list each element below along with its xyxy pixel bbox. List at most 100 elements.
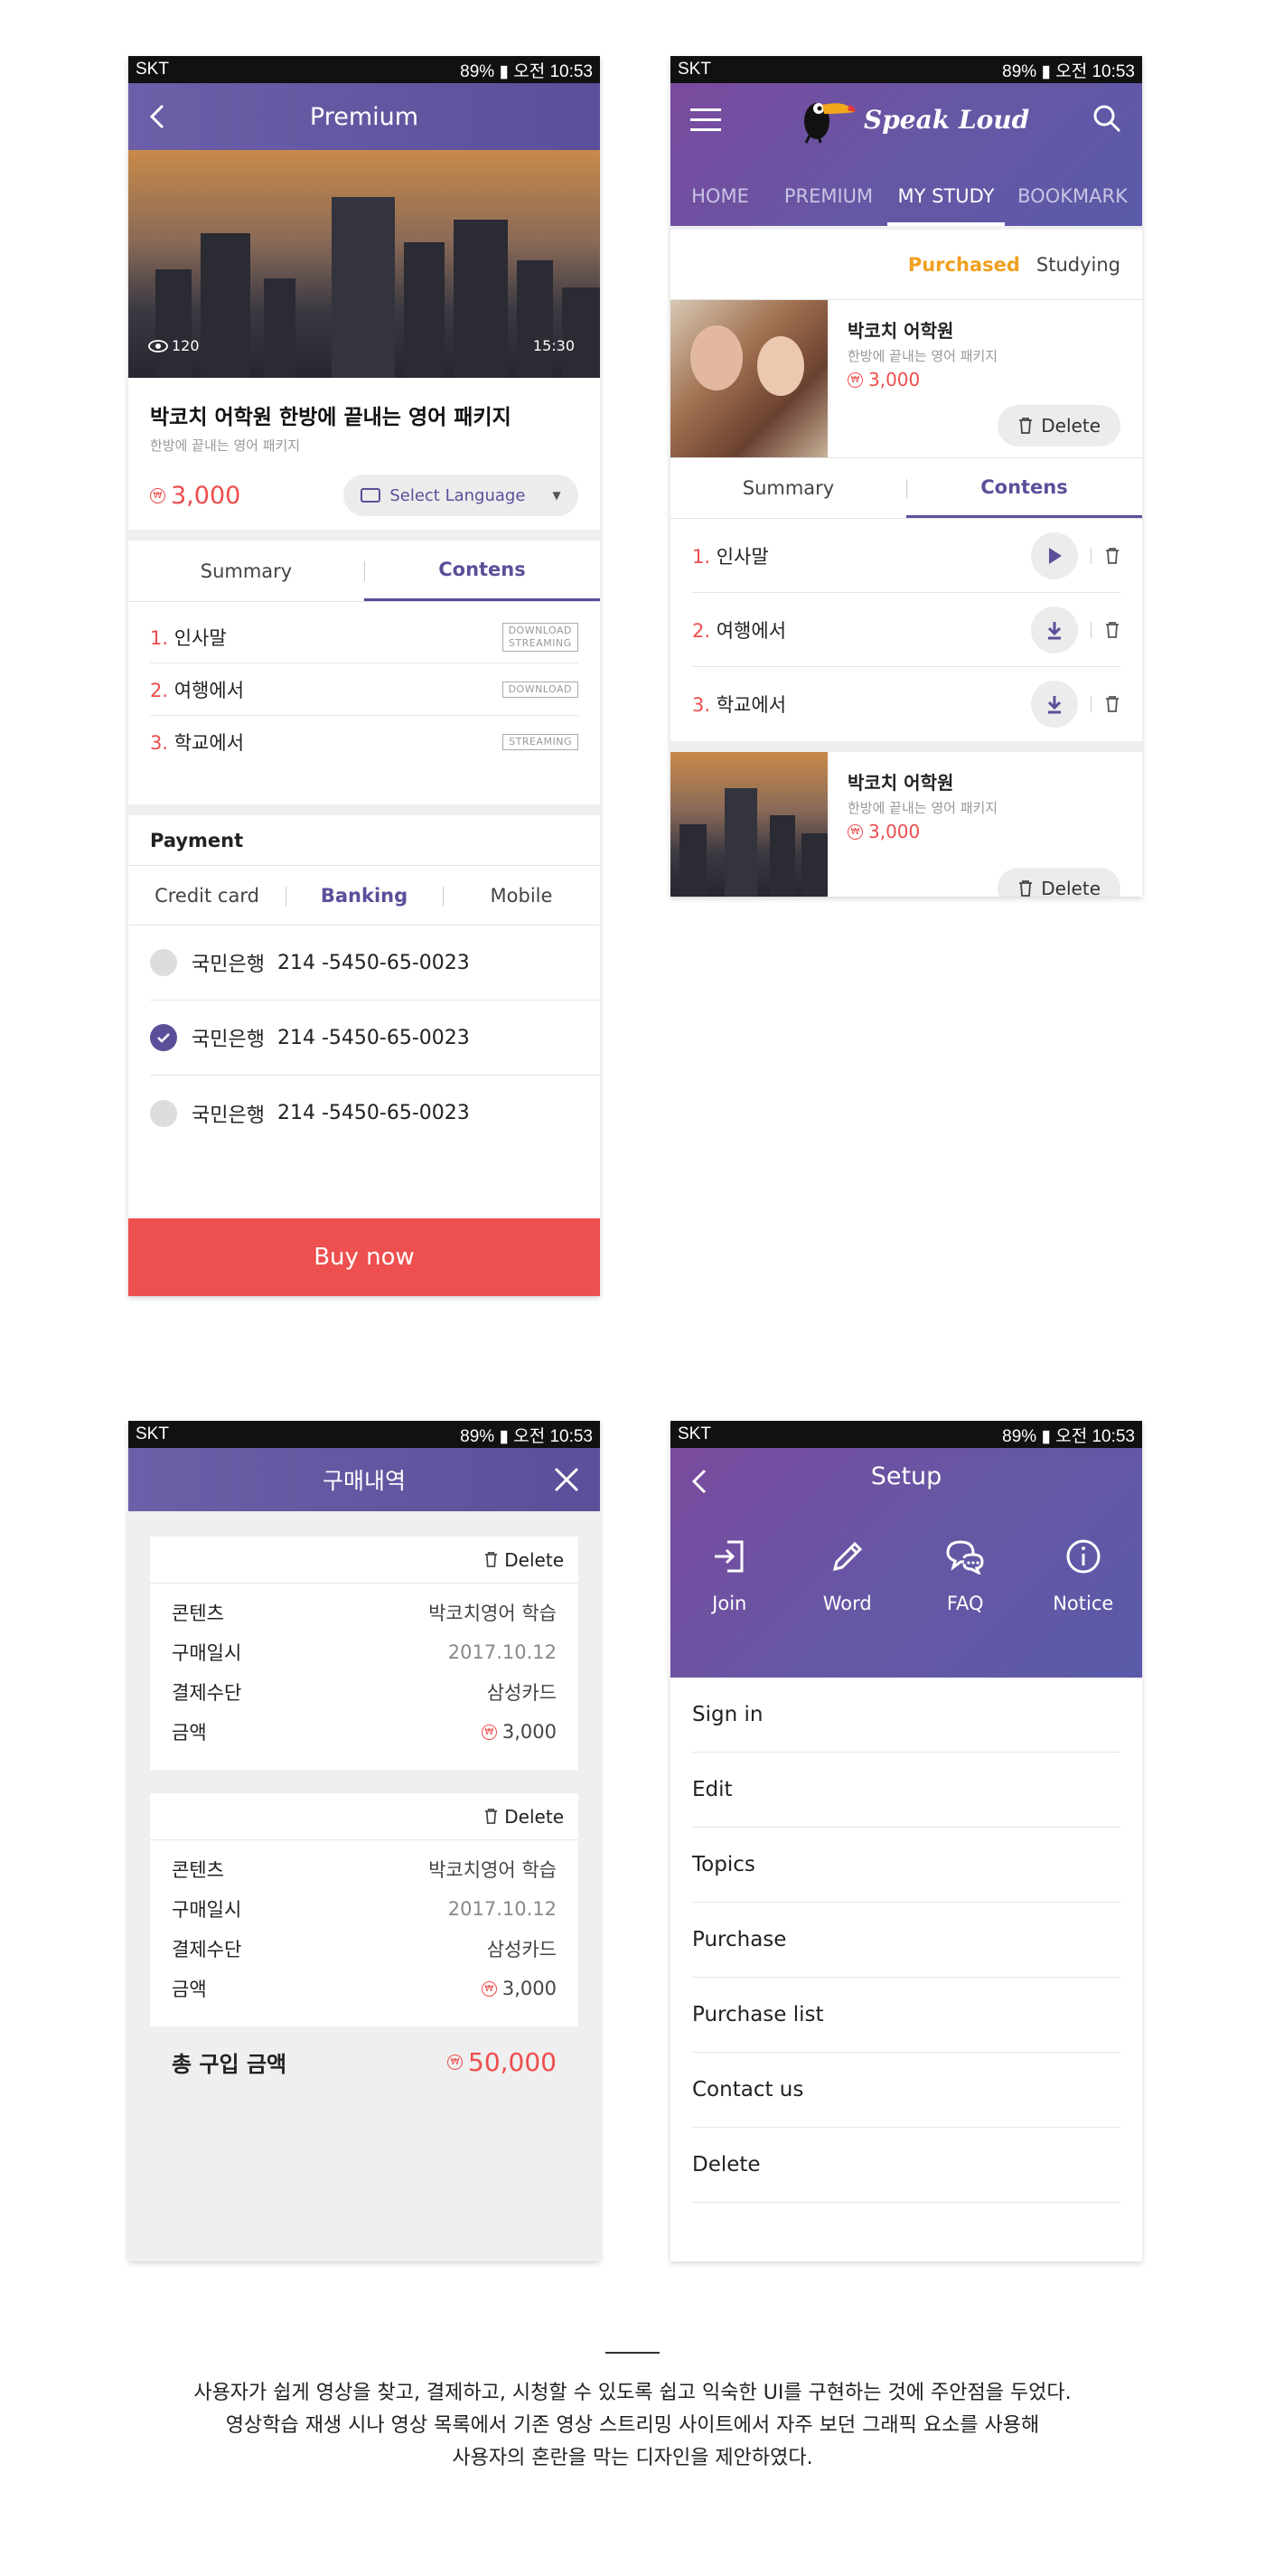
card-subtitle: 한방에 끝내는 영어 패키지 xyxy=(848,800,998,816)
list-item[interactable]: 3. 학교에서 xyxy=(692,667,1120,741)
card-thumbnail-women xyxy=(670,300,828,457)
list-item[interactable]: 3. 학교에서 STREAMING xyxy=(150,716,578,768)
tab-banking[interactable]: Banking xyxy=(286,866,443,925)
total-row: 총 구입 금액 ₩50,000 xyxy=(172,2039,557,2084)
download-streaming-tag[interactable]: DOWNLOAD STREAMING xyxy=(501,622,578,652)
download-icon xyxy=(1047,696,1062,714)
back-icon[interactable] xyxy=(146,103,168,130)
status-bar: SKT 89% ▮ 오전 10:53 xyxy=(128,56,600,83)
back-icon[interactable] xyxy=(689,1468,710,1495)
radio-checked-icon[interactable] xyxy=(150,1024,177,1051)
receipt-row: 구매일시 2017.10.12 xyxy=(172,1898,557,1921)
menu-contact-us[interactable]: Contact us xyxy=(692,2053,1120,2128)
filter-purchased[interactable]: Purchased xyxy=(908,254,1020,276)
quick-faq[interactable]: FAQ xyxy=(906,1538,1025,1614)
total-label: 총 구입 금액 xyxy=(172,2051,287,2077)
nav-my-study[interactable]: MY STUDY xyxy=(887,172,1005,226)
top-nav: HOME PREMIUM MY STUDY BOOKMARK xyxy=(670,172,1142,226)
nav-premium[interactable]: PREMIUM xyxy=(770,172,887,226)
setup-screen: SKT 89% ▮ 오전 10:53 Setup Join Word FAQ No… xyxy=(670,1421,1142,2261)
view-count: 120 xyxy=(148,337,200,354)
card-title: 박코치 어학원 xyxy=(848,772,954,794)
list-item[interactable]: 1. 인사말 DOWNLOAD STREAMING xyxy=(150,611,578,663)
purchase-card[interactable]: 박코치 어학원 한방에 끝내는 영어 패키지 ₩3,000 Delete xyxy=(670,300,1142,457)
info-icon xyxy=(1066,1539,1101,1574)
status-bar: SKT 89% ▮ 오전 10:53 xyxy=(670,1421,1142,1448)
delete-button[interactable]: Delete xyxy=(483,1806,564,1828)
premium-screen: SKT 89% ▮ 오전 10:53 Premium 120 15:30 박코치… xyxy=(128,56,600,1296)
download-button[interactable] xyxy=(1031,681,1078,728)
quick-notice[interactable]: Notice xyxy=(1025,1538,1143,1614)
receipt-row: 결제수단 삼성카드 xyxy=(172,1682,557,1704)
select-language-dropdown[interactable]: Select Language ▼ xyxy=(343,475,578,516)
won-icon: ₩ xyxy=(481,1724,497,1740)
download-tag[interactable]: DOWNLOAD xyxy=(501,681,578,698)
delete-button[interactable]: Delete xyxy=(998,868,1120,897)
tab-contents[interactable]: Contens xyxy=(364,541,600,601)
filter-studying[interactable]: Studying xyxy=(1036,254,1120,276)
buy-now-button[interactable]: Buy now xyxy=(128,1218,600,1296)
close-icon[interactable] xyxy=(553,1466,580,1493)
payment-tabs: Credit card Banking Mobile xyxy=(128,866,600,926)
trash-icon[interactable] xyxy=(1104,621,1120,639)
won-icon: ₩ xyxy=(848,371,863,388)
tab-summary[interactable]: Summary xyxy=(128,541,364,601)
quick-join[interactable]: Join xyxy=(670,1538,789,1614)
list-item[interactable]: 2. 여행에서 xyxy=(692,593,1120,667)
menu-topics[interactable]: Topics xyxy=(692,1828,1120,1903)
radio-unchecked[interactable] xyxy=(150,1099,177,1127)
delete-button[interactable]: Delete xyxy=(483,1549,564,1571)
carrier: SKT xyxy=(136,60,169,79)
list-item[interactable]: 1. 인사말 xyxy=(692,519,1120,593)
trash-icon[interactable] xyxy=(1104,695,1120,713)
trash-icon[interactable] xyxy=(1104,547,1120,565)
bank-option[interactable]: 국민은행 214 -5450-65-0023 xyxy=(150,1001,600,1076)
download-button[interactable] xyxy=(1031,606,1078,653)
card-subtitle: 한방에 끝내는 영어 패키지 xyxy=(848,348,998,364)
won-icon: ₩ xyxy=(848,823,863,840)
menu-edit[interactable]: Edit xyxy=(692,1753,1120,1828)
delete-button[interactable]: Delete xyxy=(998,405,1120,447)
trash-icon xyxy=(485,1809,498,1824)
nav-bookmark[interactable]: BOOKMARK xyxy=(1005,172,1140,226)
streaming-tag[interactable]: STREAMING xyxy=(502,734,578,750)
menu-purchase-list[interactable]: Purchase list xyxy=(692,1978,1120,2053)
payment-label: Payment xyxy=(128,815,600,866)
list-item[interactable]: 2. 여행에서 DOWNLOAD xyxy=(150,663,578,716)
radio-unchecked[interactable] xyxy=(150,949,177,976)
menu-delete[interactable]: Delete xyxy=(692,2128,1120,2203)
card-price: ₩3,000 xyxy=(848,369,1124,390)
receipt-header: Delete xyxy=(150,1537,578,1584)
bank-list: 국민은행 214 -5450-65-0023 국민은행 214 -5450-65-0… xyxy=(128,926,600,1151)
status-right: 89% ▮ 오전 10:53 xyxy=(460,61,593,81)
page-title: 구매내역 xyxy=(322,1468,406,1494)
won-icon: ₩ xyxy=(481,1980,497,1997)
tab-contents[interactable]: Contens xyxy=(906,458,1142,518)
purchase-history-screen: SKT 89% ▮ 오전 10:53 구매내역 Delete 콘텐츠 박코치영어 학… xyxy=(128,1421,600,2261)
card-title: 박코치 어학원 xyxy=(848,320,954,342)
header: 구매내역 xyxy=(128,1448,600,1511)
search-icon[interactable] xyxy=(1092,103,1122,134)
menu-purchase[interactable]: Purchase xyxy=(692,1903,1120,1978)
menu-sign-in[interactable]: Sign in xyxy=(692,1678,1120,1753)
receipt-row: 콘텐츠 박코치영어 학습 xyxy=(172,1603,557,1624)
nav-home[interactable]: HOME xyxy=(670,172,770,226)
quick-word[interactable]: Word xyxy=(789,1538,907,1614)
hamburger-menu-icon[interactable] xyxy=(690,108,721,131)
bank-option[interactable]: 국민은행 214 -5450-65-0023 xyxy=(150,1076,600,1151)
tab-credit-card[interactable]: Credit card xyxy=(128,866,286,925)
bank-option[interactable]: 국민은행 214 -5450-65-0023 xyxy=(150,926,600,1001)
receipt-row: 구매일시 2017.10.12 xyxy=(172,1641,557,1664)
tab-mobile[interactable]: Mobile xyxy=(443,866,600,925)
receipt-row: 콘텐츠 박코치영어 학습 xyxy=(172,1859,557,1881)
pencil-icon xyxy=(832,1541,862,1572)
quick-actions: Join Word FAQ Notice xyxy=(670,1538,1142,1614)
chat-bubbles-icon xyxy=(946,1540,984,1576)
purchase-card[interactable]: 박코치 어학원 한방에 끝내는 영어 패키지 ₩3,000 Delete xyxy=(670,752,1142,897)
video-thumbnail[interactable]: 120 15:30 xyxy=(128,150,600,378)
contents-list: 1. 인사말 DOWNLOAD STREAMING 2. 여행에서 DOWNLOA… xyxy=(128,602,600,815)
play-button[interactable] xyxy=(1031,531,1078,579)
caption-line: 영상학습 재생 시나 영상 목록에서 기존 영상 스트리밍 사이트에서 자주 보… xyxy=(225,2414,1040,2437)
tab-summary[interactable]: Summary xyxy=(670,458,906,518)
logo[interactable]: Speak Loud xyxy=(797,94,1029,145)
